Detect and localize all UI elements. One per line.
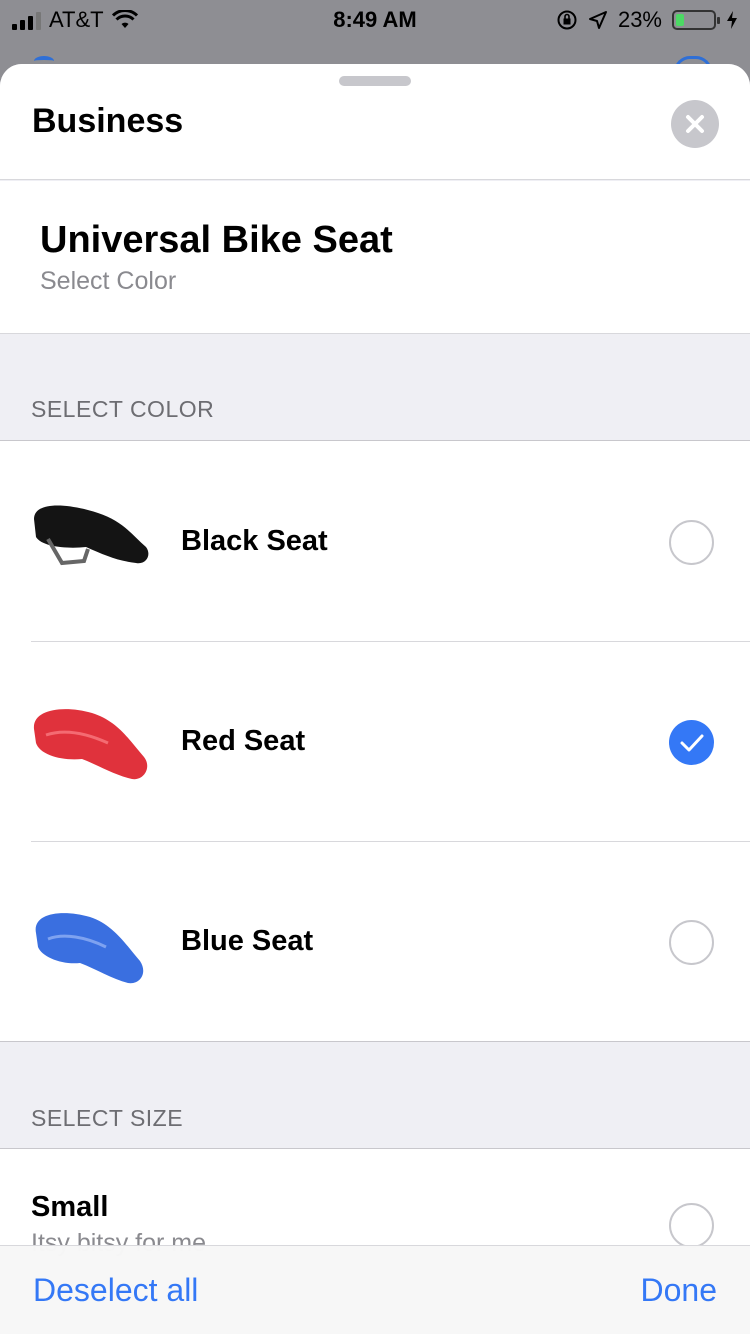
screen: AT&T 8:49 AM 23% Business Universal Bike… (0, 0, 750, 1334)
radio-unchecked[interactable] (669, 1203, 714, 1248)
option-label: Red Seat (181, 725, 306, 757)
list-item[interactable]: Blue Seat (0, 841, 750, 1041)
close-button[interactable] (671, 100, 719, 148)
status-bar: AT&T 8:49 AM 23% (0, 0, 750, 40)
done-button[interactable]: Done (641, 1272, 718, 1309)
battery-percent: 23% (617, 7, 662, 32)
sheet-grabber[interactable] (339, 76, 411, 86)
size-option-list: Small Itsy bitsy for me (0, 1148, 750, 1257)
battery-fill (676, 14, 685, 26)
status-right: 23% (556, 7, 738, 33)
list-item[interactable]: Small Itsy bitsy for me (0, 1149, 750, 1257)
radio-unchecked[interactable] (669, 920, 714, 965)
option-label: Small (31, 1191, 109, 1223)
section-header-color: SELECT COLOR (31, 396, 215, 422)
radio-checked[interactable] (669, 720, 714, 765)
radio-unchecked[interactable] (669, 520, 714, 565)
battery-icon (672, 10, 720, 30)
product-header: Universal Bike Seat Select Color (0, 181, 750, 334)
section-header-size: SELECT SIZE (31, 1105, 184, 1131)
deselect-all-button[interactable]: Deselect all (33, 1272, 198, 1309)
checkmark-icon (680, 734, 703, 751)
product-subtitle: Select Color (40, 267, 177, 295)
bottom-toolbar: Deselect all Done (0, 1245, 750, 1334)
location-icon (588, 11, 607, 29)
option-label: Black Seat (181, 525, 328, 557)
sheet-title: Business (32, 102, 184, 140)
orientation-lock-icon (557, 10, 577, 30)
option-label: Blue Seat (181, 925, 314, 957)
color-option-list: Black Seat Red Seat Blue Seat (0, 440, 750, 1042)
modal-sheet: Business Universal Bike Seat Select Colo… (0, 64, 750, 1334)
product-name: Universal Bike Seat (40, 219, 393, 261)
charging-bolt-icon (727, 11, 737, 29)
close-icon (686, 115, 704, 133)
list-item[interactable]: Red Seat (0, 641, 750, 841)
seat-image (34, 505, 149, 566)
seat-image (35, 913, 144, 984)
sheet-header: Business (0, 64, 750, 180)
list-item[interactable]: Black Seat (0, 441, 750, 641)
seat-image (33, 709, 148, 780)
